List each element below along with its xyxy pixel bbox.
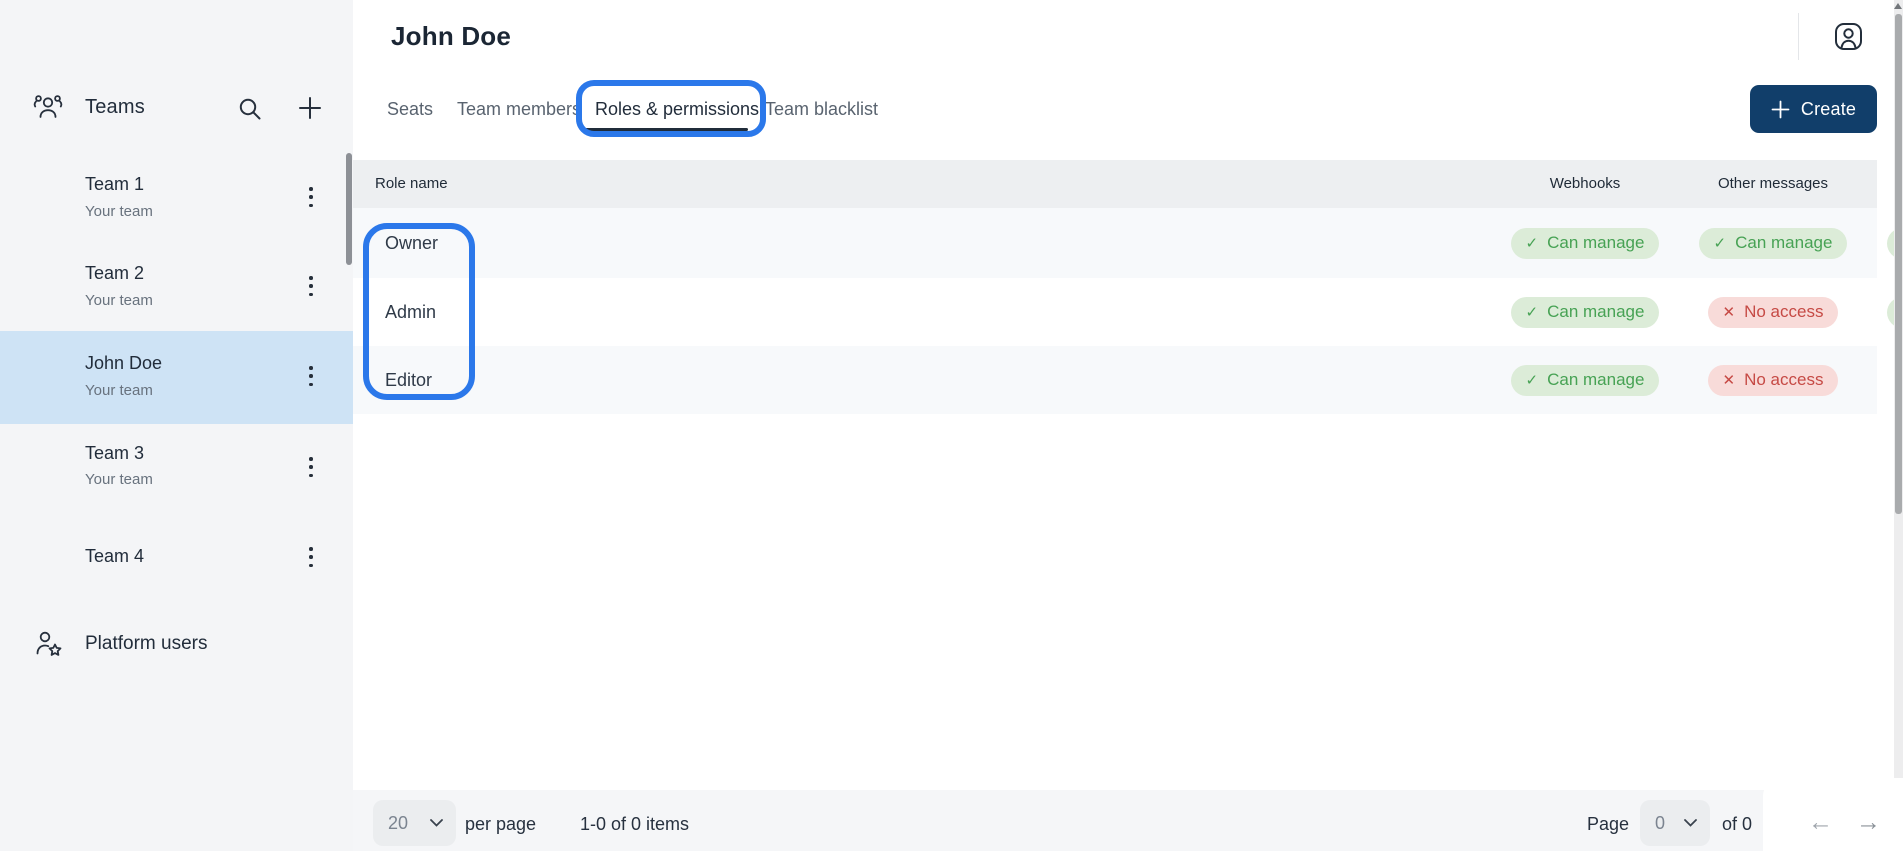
- x-icon: ✕: [1723, 371, 1736, 389]
- check-icon: ✓: [1526, 234, 1539, 252]
- other-messages-cell: ✕No access: [1679, 278, 1867, 346]
- webhooks-cell: ✓Can manage: [1491, 278, 1679, 346]
- column-header-other-messages: Other messages: [1718, 160, 1828, 208]
- page-scrollbar-thumb[interactable]: [1895, 14, 1902, 514]
- table-row-admin: Admin ✓Can manage ✕No access ✓Can manage…: [353, 278, 1877, 346]
- chevron-down-icon: [1684, 819, 1697, 827]
- next-page-arrow-icon[interactable]: →: [1856, 808, 1881, 836]
- team-menu-kebab-icon[interactable]: [303, 457, 319, 477]
- check-icon: ✓: [1714, 234, 1727, 252]
- webhooks-cell: ✓Can manage: [1491, 346, 1679, 414]
- role-name-cell: Owner: [385, 208, 438, 278]
- page-title: John Doe: [391, 21, 511, 52]
- page-label: Page: [1587, 814, 1629, 835]
- sidebar: Teams Team 1 Your team Team 2 Your team …: [0, 0, 353, 851]
- page-number-value: 0: [1655, 813, 1665, 834]
- other-messages-cell: ✕No access: [1679, 346, 1867, 414]
- page-total-label: of 0: [1722, 814, 1752, 835]
- header-divider: [1798, 13, 1799, 60]
- check-icon: ✓: [1526, 303, 1539, 321]
- other-messages-cell: ✓Can manage: [1679, 208, 1867, 278]
- page-scrollbar-track[interactable]: [1894, 0, 1903, 851]
- team-menu-kebab-icon[interactable]: [303, 366, 319, 386]
- search-icon[interactable]: [237, 96, 263, 122]
- team-name[interactable]: John Doe: [85, 353, 162, 374]
- page-size-select[interactable]: 20: [373, 800, 456, 846]
- active-tab-underline: [583, 128, 748, 131]
- team-subtitle: Your team: [85, 382, 153, 399]
- platform-users-icon: [34, 629, 64, 659]
- tab-roles-permissions[interactable]: Roles & permissions: [595, 99, 759, 120]
- page-size-value: 20: [388, 813, 408, 834]
- bottom-right-overlay: [1763, 778, 1903, 851]
- previous-page-arrow-icon[interactable]: ←: [1808, 808, 1833, 836]
- plus-icon: [1771, 100, 1790, 119]
- column-header-role-name: Role name: [375, 160, 448, 208]
- team-name[interactable]: Team 3: [85, 443, 144, 464]
- tab-team-members[interactable]: Team members: [457, 99, 581, 120]
- selected-team-highlight: [0, 331, 353, 424]
- status-badge-can-manage: ✓Can manage: [1699, 228, 1848, 259]
- add-team-icon[interactable]: [297, 95, 323, 121]
- table-row-owner: Owner ✓Can manage ✓Can manage ✓Can manag…: [353, 208, 1877, 278]
- teams-group-icon: [33, 93, 63, 121]
- table-header-row: Role name Webhooks Other messages Global…: [353, 160, 1877, 208]
- team-subtitle: Your team: [85, 203, 153, 220]
- items-count-label: 1-0 of 0 items: [580, 814, 689, 835]
- sidebar-item-platform-users[interactable]: Platform users: [85, 633, 207, 655]
- column-header-webhooks: Webhooks: [1550, 160, 1621, 208]
- status-badge-no-access: ✕No access: [1708, 365, 1839, 396]
- status-badge-can-manage: ✓Can manage: [1511, 228, 1660, 259]
- chevron-down-icon: [430, 819, 443, 827]
- team-name[interactable]: Team 2: [85, 263, 144, 284]
- team-menu-kebab-icon[interactable]: [303, 187, 319, 207]
- team-subtitle: Your team: [85, 471, 153, 488]
- per-page-label: per page: [465, 814, 536, 835]
- account-avatar-icon[interactable]: [1834, 22, 1863, 51]
- table-row-editor: Editor ✓Can manage ✕No access ✕No access…: [353, 346, 1877, 414]
- tab-seats[interactable]: Seats: [387, 99, 433, 120]
- scrollbar-up-arrow-icon[interactable]: [1894, 3, 1902, 9]
- x-icon: ✕: [1723, 303, 1736, 321]
- sidebar-title: Teams: [85, 96, 145, 119]
- check-icon: ✓: [1526, 371, 1539, 389]
- team-name[interactable]: Team 1: [85, 174, 144, 195]
- create-button[interactable]: Create: [1750, 85, 1877, 133]
- status-badge-can-manage: ✓Can manage: [1511, 365, 1660, 396]
- status-badge-no-access: ✕No access: [1708, 297, 1839, 328]
- team-menu-kebab-icon[interactable]: [303, 547, 319, 567]
- team-menu-kebab-icon[interactable]: [303, 276, 319, 296]
- role-name-cell: Admin: [385, 278, 436, 346]
- sidebar-scrollbar-thumb[interactable]: [346, 153, 352, 265]
- webhooks-cell: ✓Can manage: [1491, 208, 1679, 278]
- status-badge-can-manage: ✓Can manage: [1511, 297, 1660, 328]
- tab-team-blacklist[interactable]: Team blacklist: [765, 99, 878, 120]
- team-subtitle: Your team: [85, 292, 153, 309]
- page-number-select[interactable]: 0: [1640, 800, 1710, 846]
- team-name[interactable]: Team 4: [85, 546, 144, 567]
- role-name-cell: Editor: [385, 346, 432, 414]
- create-button-label: Create: [1801, 99, 1856, 120]
